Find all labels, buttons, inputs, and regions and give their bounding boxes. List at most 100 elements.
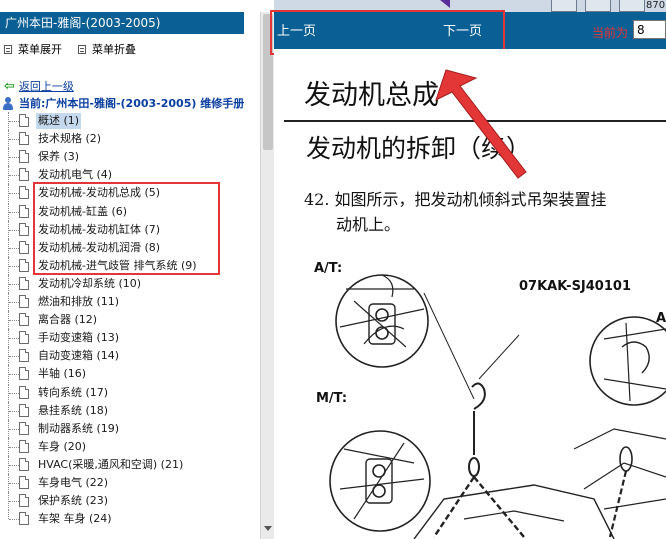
tree-connector — [9, 320, 19, 322]
tree-item[interactable]: 概述 (1) — [0, 112, 258, 130]
tree-item[interactable]: 燃油和排放 (11) — [0, 293, 258, 311]
list-icon — [4, 44, 12, 54]
document-icon — [19, 222, 29, 236]
label-right-cut: A/ — [656, 311, 666, 326]
highlight-box-engine-items — [33, 182, 220, 275]
tree-item[interactable]: 发动机冷却系统 (10) — [0, 274, 258, 293]
current-manual-root[interactable]: 当前:广州本田-雅阁-(2003-2005) 维修手册 — [2, 95, 244, 111]
document-icon — [19, 258, 29, 272]
tree-connector — [8, 510, 9, 520]
document-icon — [19, 276, 29, 290]
tree-connector — [9, 501, 19, 503]
tree-connector — [9, 356, 19, 358]
tree-item[interactable]: 制动器系统 (19) — [0, 419, 258, 438]
label-mt: M/T: — [316, 391, 348, 406]
collapse-menu-label: 菜单折叠 — [92, 43, 136, 56]
tree-connector — [9, 175, 19, 177]
tree-item[interactable]: 悬挂系统 (18) — [0, 401, 258, 420]
tree-connector — [9, 519, 19, 521]
current-manual-label: 当前:广州本田-雅阁-(2003-2005) 维修手册 — [19, 97, 245, 110]
tree-connector — [9, 247, 19, 249]
tree-connector — [9, 410, 19, 412]
document-icon — [19, 512, 29, 526]
tree-item-label[interactable]: 手动变速箱 (13) — [36, 330, 121, 346]
tree-item[interactable]: 保护系统 (23) — [0, 492, 258, 511]
tree-item-label[interactable]: 离合器 (12) — [36, 312, 99, 328]
document-icon — [19, 494, 29, 508]
document-icon — [19, 150, 29, 164]
step-text-line-2: 动机上。 — [336, 215, 401, 234]
tool-part-number: 07KAK-SJ40101 — [519, 279, 631, 294]
document-icon — [19, 403, 29, 417]
tree-item[interactable]: 手动变速箱 (13) — [0, 329, 258, 348]
document-icon — [19, 313, 29, 327]
tree-connector — [9, 464, 19, 466]
document-icon — [19, 457, 29, 471]
document-icon — [19, 114, 29, 127]
top-page-number: 870 — [646, 0, 666, 11]
tree-item-label[interactable]: 发动机冷却系统 (10) — [36, 276, 143, 292]
tree-item-label[interactable]: 车身 (20) — [36, 439, 88, 455]
back-arrow-icon: ⇦ — [4, 78, 15, 94]
tree-connector — [9, 483, 19, 484]
tree-connector — [9, 121, 19, 122]
tree-item[interactable]: 技术规格 (2) — [0, 130, 258, 149]
tree-item[interactable]: 保养 (3) — [0, 148, 258, 167]
tree-item-label[interactable]: 车架 车身 (24) — [36, 511, 114, 527]
user-icon — [2, 96, 14, 110]
step-text-line-1: 42. 如图所示，把发动机倾斜式吊架装置挂 — [304, 190, 607, 209]
tree-item[interactable]: 车身电气 (22) — [0, 474, 258, 492]
tree-connector — [9, 229, 19, 231]
document-icon — [19, 240, 29, 254]
scroll-down-arrow-icon[interactable] — [262, 523, 274, 535]
tree-item-label[interactable]: 燃油和排放 (11) — [36, 294, 121, 310]
tree-item-label[interactable]: 半轴 (16) — [36, 366, 88, 382]
tree-connector — [9, 428, 19, 430]
tree-connector — [9, 392, 19, 394]
window-tile-icon[interactable] — [619, 0, 645, 12]
current-page-label: 当前为 — [592, 26, 629, 40]
page-number-input[interactable] — [633, 20, 666, 39]
tree-item-label[interactable]: 车身电气 (22) — [36, 475, 110, 491]
tree-connector — [9, 283, 19, 285]
collapse-menu-button[interactable]: 菜单折叠 — [78, 41, 136, 57]
document-icon — [19, 421, 29, 435]
tree-item-label[interactable]: 发动机电气 (4) — [36, 167, 114, 183]
document-icon — [19, 204, 29, 218]
tree-item[interactable]: 离合器 (12) — [0, 311, 258, 330]
document-icon — [19, 331, 29, 345]
tree-item[interactable]: 转向系统 (17) — [0, 383, 258, 402]
document-icon — [19, 349, 29, 363]
tree-connector — [9, 211, 19, 213]
tree-item-label[interactable]: 技术规格 (2) — [36, 131, 103, 147]
expand-menu-button[interactable]: 菜单展开 — [4, 41, 62, 57]
document-icon — [19, 367, 29, 381]
tree-item-label[interactable]: 概述 (1) — [36, 113, 82, 129]
document-icon — [19, 168, 29, 182]
window-tile-icon[interactable] — [585, 0, 611, 12]
tree-item[interactable]: 自动变速箱 (14) — [0, 347, 258, 366]
tree-item-label[interactable]: 制动器系统 (19) — [36, 421, 121, 437]
tree-item-label[interactable]: 自动变速箱 (14) — [36, 348, 121, 364]
corner-arrow-icon — [440, 0, 450, 8]
back-up-label: 返回上一级 — [18, 80, 74, 93]
tree-item-label[interactable]: 保护系统 (23) — [36, 493, 110, 509]
window-tile-icon[interactable] — [551, 0, 577, 12]
expand-menu-label: 菜单展开 — [18, 43, 62, 56]
tree-item-label[interactable]: 悬挂系统 (18) — [36, 403, 110, 419]
tree-item-label[interactable]: 保养 (3) — [36, 149, 81, 165]
tree-item-label[interactable]: 转向系统 (17) — [36, 385, 110, 401]
tree-connector — [9, 374, 19, 376]
left-pane-title: 广州本田-雅阁-(2003-2005) — [0, 12, 244, 34]
tree-connector — [9, 265, 19, 267]
tree-connector — [9, 338, 19, 340]
back-up-link[interactable]: ⇦ 返回上一级 — [4, 78, 74, 94]
tree-item[interactable]: 车架 车身 (24) — [0, 510, 258, 528]
annotation-arrow-icon — [435, 69, 527, 179]
left-pane-scrollbar[interactable] — [260, 12, 274, 539]
tree-item-label[interactable]: HVAC(采暖,通风和空调) (21) — [36, 457, 185, 473]
tree-item[interactable]: HVAC(采暖,通风和空调) (21) — [0, 455, 258, 474]
tree-item[interactable]: 半轴 (16) — [0, 365, 258, 384]
tree-item[interactable]: 车身 (20) — [0, 437, 258, 456]
menu-toolbar: 菜单展开 菜单折叠 — [0, 38, 244, 58]
